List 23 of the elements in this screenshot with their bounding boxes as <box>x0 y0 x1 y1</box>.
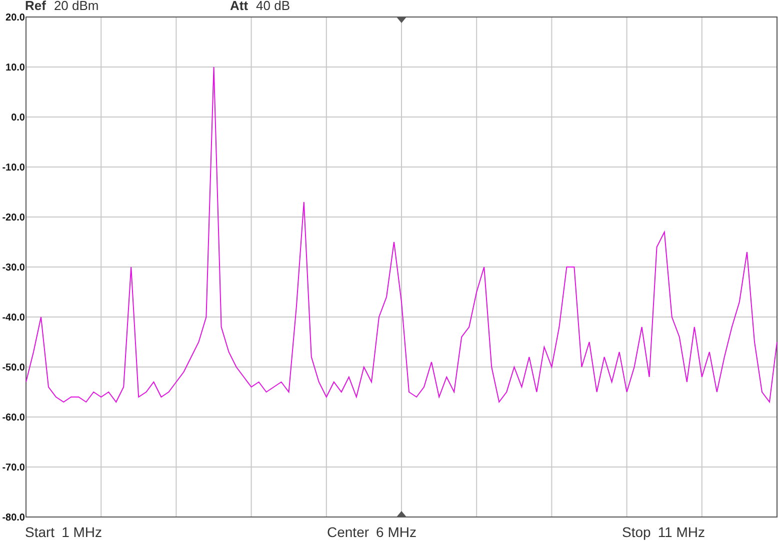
marker-icon <box>396 17 406 23</box>
y-tick-label: -60.0 <box>2 412 25 424</box>
y-tick-label: -80.0 <box>2 512 25 522</box>
frequency-value: 1 MHz <box>62 523 102 542</box>
y-tick-label: -50.0 <box>2 362 25 374</box>
y-tick-label: 0.0 <box>11 112 25 124</box>
frequency-value: 6 MHz <box>376 523 416 542</box>
setting-value: 40 dB <box>256 0 290 13</box>
y-tick-label: -40.0 <box>2 312 25 324</box>
marker-icon <box>396 511 406 517</box>
y-tick-label: 20.0 <box>6 13 25 24</box>
setting-label: Ref <box>25 0 46 13</box>
y-tick-label: -70.0 <box>2 462 25 474</box>
y-tick-label: 10.0 <box>6 62 25 74</box>
y-tick-label: -20.0 <box>2 212 25 224</box>
frequency-label: Center <box>327 523 370 542</box>
y-tick-label: -30.0 <box>2 262 25 274</box>
setting-value: 20 dBm <box>54 0 99 13</box>
y-tick-label: -10.0 <box>2 162 25 174</box>
frequency-value: 11 MHz <box>658 523 706 542</box>
setting-label: Att <box>230 0 248 13</box>
frequency-label: Start <box>25 523 55 542</box>
frequency-label: Stop <box>622 523 651 542</box>
